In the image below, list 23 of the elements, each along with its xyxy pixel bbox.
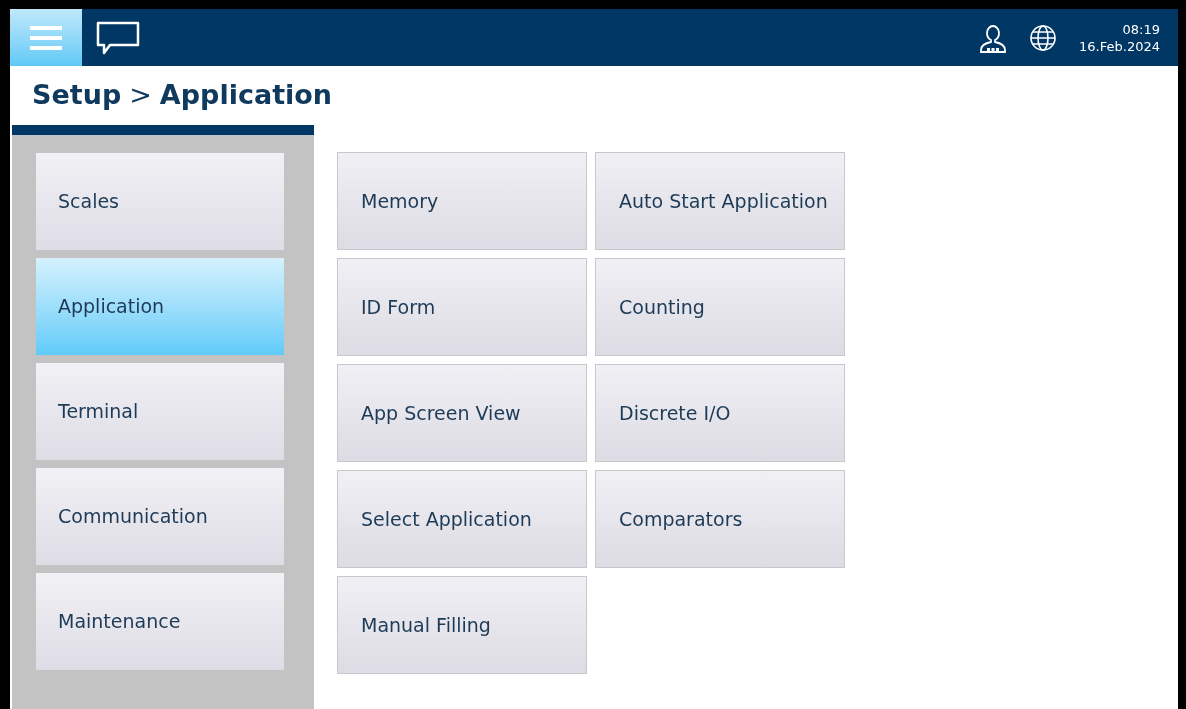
date-text: 16.Feb.2024	[1079, 37, 1160, 55]
menu-tile[interactable]: Select Application	[337, 470, 587, 568]
menu-tile[interactable]: Auto Start Application	[595, 152, 845, 250]
sidebar-item[interactable]: Scales	[36, 153, 284, 250]
breadcrumb-current: Application	[159, 78, 333, 113]
globe-icon[interactable]	[1029, 23, 1058, 52]
breadcrumb-parent[interactable]: Setup	[32, 75, 122, 116]
menu-tile[interactable]: Discrete I/O	[595, 364, 845, 462]
sidebar-item[interactable]: Terminal	[36, 363, 284, 460]
menu-tile[interactable]: App Screen View	[337, 364, 587, 462]
menu-tile[interactable]: Manual Filling	[337, 576, 587, 674]
sidebar-item[interactable]: Communication	[36, 468, 284, 565]
menu-tile[interactable]: ID Form	[337, 258, 587, 356]
user-icon[interactable]	[979, 22, 1008, 53]
chat-bubble-icon[interactable]	[96, 20, 140, 55]
sidebar-item[interactable]: Maintenance	[36, 573, 284, 670]
menu-icon	[30, 24, 62, 51]
menu-tile[interactable]: Memory	[337, 152, 587, 250]
breadcrumb-separator: >	[129, 78, 152, 113]
clock-time: 08:19	[1122, 20, 1160, 38]
menu-tile[interactable]: Comparators	[595, 470, 845, 568]
menu-tile[interactable]: Counting	[595, 258, 845, 356]
sidebar-item[interactable]: Application	[36, 258, 284, 355]
